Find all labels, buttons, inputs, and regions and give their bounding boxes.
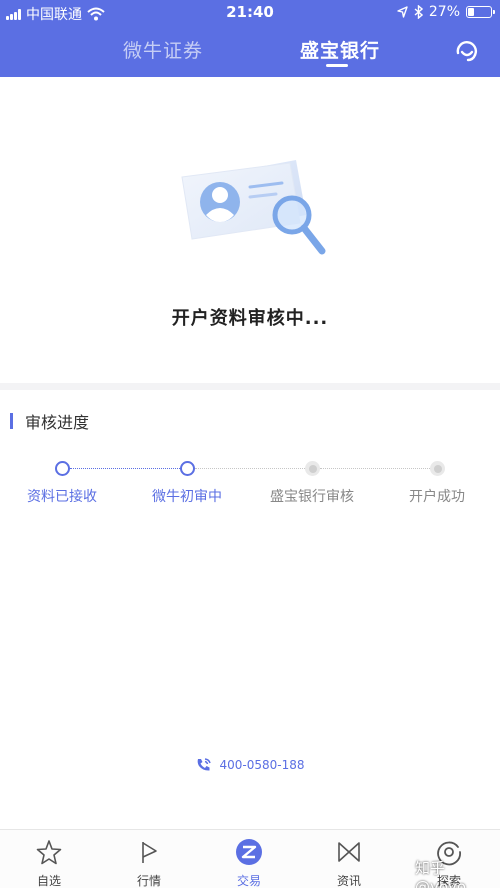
hotline-number: 400-0580-188 (219, 758, 305, 772)
review-status-text: 开户资料审核中... (171, 308, 329, 329)
tabbar-item-market[interactable]: 行情 (119, 830, 179, 888)
progress-line-1 (70, 468, 180, 469)
progress-steps: 资料已接收 微牛初审中 盛宝银行审核 开户成功 (0, 458, 500, 508)
active-tab-indicator (326, 64, 348, 67)
step-label-account-opened: 开户成功 (409, 489, 465, 505)
id-card-search-icon (181, 160, 326, 255)
step-label-bank-review: 盛宝银行审核 (270, 489, 354, 505)
progress-section-title: 审核进度 (10, 411, 90, 432)
battery-percent: 27% (428, 4, 460, 20)
tabbar-label-watchlist: 自选 (36, 874, 61, 888)
step-label-initial-review: 微牛初审中 (152, 489, 222, 505)
progress-line-2 (195, 468, 305, 469)
status-bar: 中国联通 21:40 27% (0, 0, 500, 24)
tabbar-item-watchlist[interactable]: 自选 (19, 830, 79, 888)
trade-icon (236, 839, 262, 865)
progress-line-3 (320, 468, 430, 469)
phone-icon (198, 758, 212, 771)
progress-title: 审核进度 (25, 413, 90, 432)
star-icon (36, 840, 62, 865)
step-dot-initial-review (180, 461, 195, 476)
location-icon (397, 6, 408, 18)
tabbar-label-trade: 交易 (236, 874, 261, 888)
market-flag-icon (142, 842, 157, 863)
tabbar-item-news[interactable]: 资讯 (319, 830, 379, 888)
watermark: 知乎 @yoyo (415, 859, 467, 888)
header-tabs: 微牛证券 盛宝银行 (0, 36, 500, 67)
tabbar-item-trade[interactable]: 交易 (219, 830, 279, 888)
step-dot-bank-review (305, 461, 320, 476)
section-accent-bar (10, 413, 13, 429)
bluetooth-icon (414, 5, 423, 19)
header: 中国联通 21:40 27% 微牛证券 盛宝银行 (0, 0, 500, 77)
hotline[interactable]: 400-0580-188 (0, 757, 500, 773)
tabbar-label-market: 行情 (136, 874, 161, 888)
tab-weiniu-securities[interactable]: 微牛证券 (123, 36, 203, 63)
step-dot-received (55, 461, 70, 476)
section-divider (0, 383, 500, 390)
battery-icon (466, 6, 495, 18)
headset-icon[interactable] (454, 38, 480, 64)
tabbar-label-news: 资讯 (336, 874, 361, 888)
step-dot-account-opened (430, 461, 445, 476)
step-label-received: 资料已接收 (27, 489, 97, 505)
tab-saxo-bank[interactable]: 盛宝银行 (300, 36, 380, 63)
news-icon (338, 842, 360, 862)
